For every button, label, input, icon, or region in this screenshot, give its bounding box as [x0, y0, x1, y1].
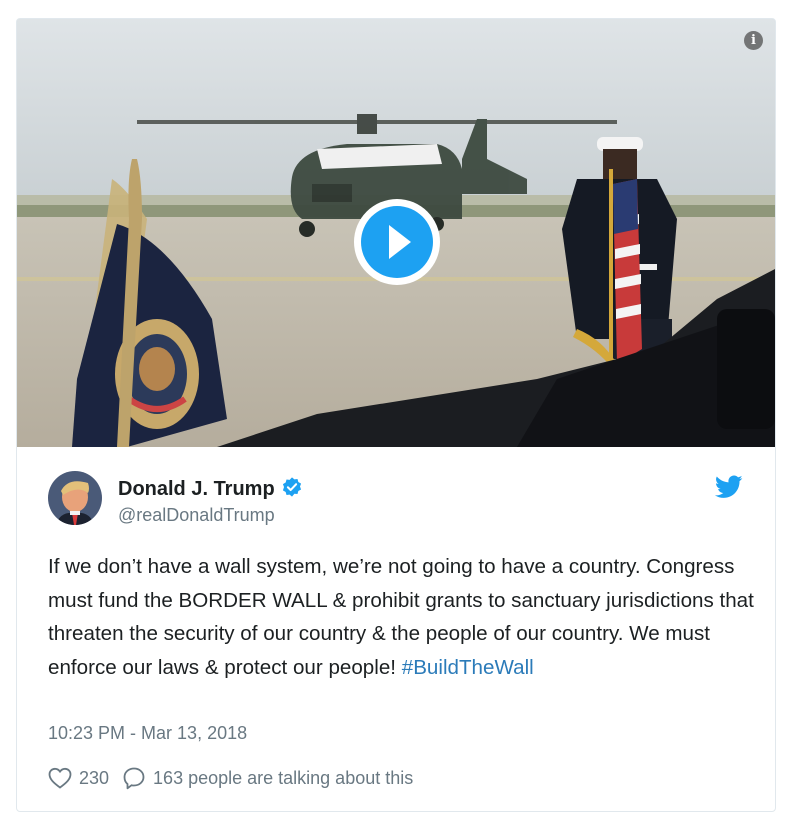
tweet-text: If we don’t have a wall system, we’re no… — [48, 550, 758, 684]
verified-badge-icon — [282, 477, 301, 497]
heart-icon — [48, 767, 72, 789]
conversation-count-text: 163 people are talking about this — [153, 767, 414, 788]
conversation-link[interactable]: 163 people are talking about this — [122, 766, 413, 790]
video-thumbnail[interactable]: i — [17, 19, 775, 447]
info-icon[interactable]: i — [744, 31, 763, 50]
play-button[interactable] — [354, 199, 440, 285]
avatar[interactable] — [48, 471, 102, 525]
timestamp[interactable]: 10:23 PM - Mar 13, 2018 — [48, 723, 247, 744]
display-name-text[interactable]: Donald J. Trump — [118, 478, 275, 500]
twitter-bird-icon[interactable] — [715, 475, 743, 499]
avatar-image — [48, 471, 102, 525]
tweet-actions: 230 163 people are talking about this — [48, 766, 413, 790]
hashtag-link[interactable]: #BuildTheWall — [402, 656, 534, 679]
display-name[interactable]: Donald J. Trump — [118, 476, 303, 501]
speech-bubble-icon — [123, 767, 145, 790]
like-count: 230 — [79, 767, 110, 788]
like-button[interactable]: 230 — [48, 767, 109, 789]
embedded-tweet-card[interactable]: i Donald J. Trump @realDonaldTrump If we… — [16, 18, 776, 812]
play-icon — [361, 206, 433, 278]
user-handle[interactable]: @realDonaldTrump — [118, 505, 275, 526]
